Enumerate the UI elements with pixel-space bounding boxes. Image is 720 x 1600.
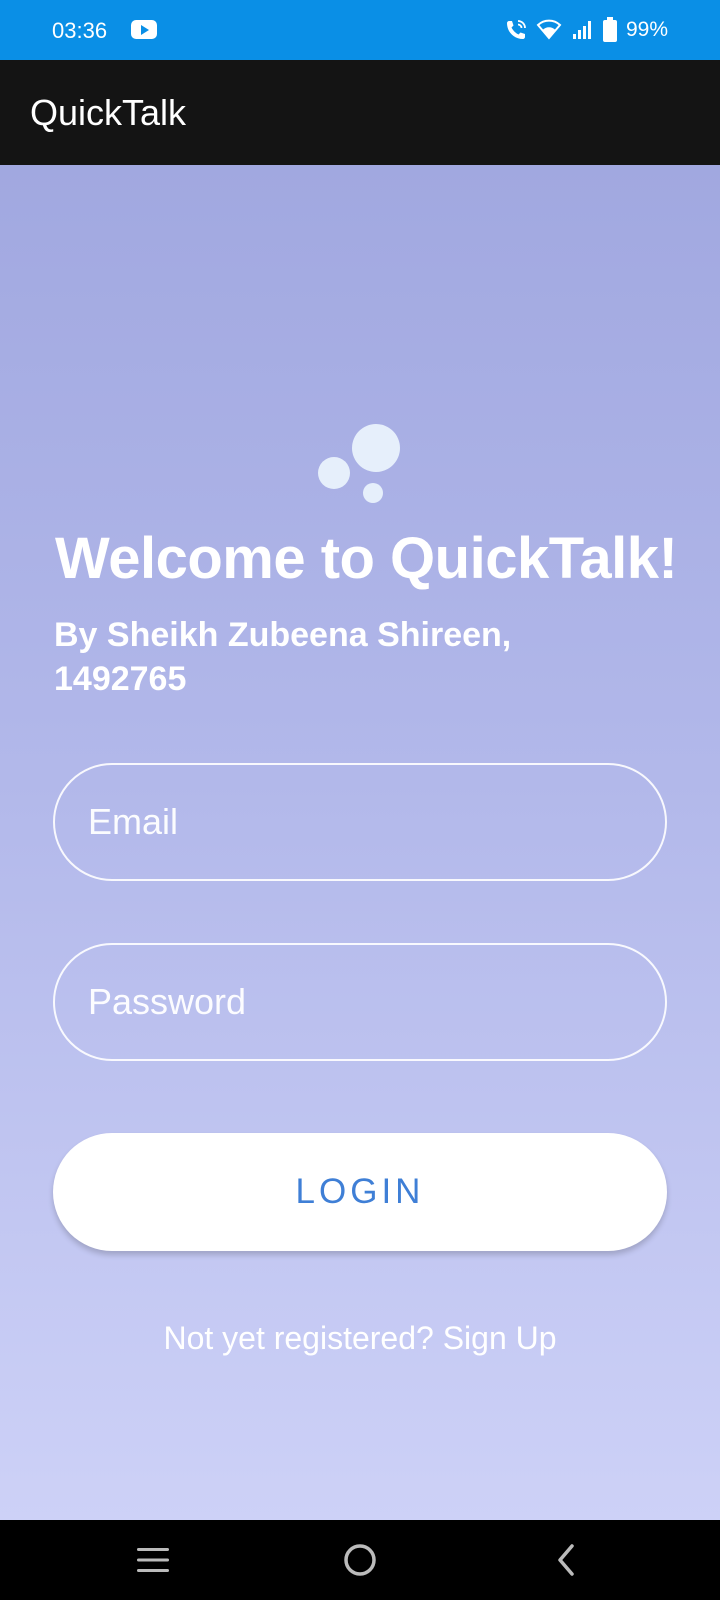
login-button[interactable]: LOGIN — [53, 1133, 667, 1251]
home-icon — [344, 1544, 376, 1576]
back-button[interactable] — [517, 1520, 617, 1600]
app-title: QuickTalk — [30, 92, 187, 133]
youtube-icon — [131, 20, 157, 39]
battery-percentage: 99% — [625, 18, 668, 41]
email-field-container — [53, 763, 667, 881]
email-field[interactable] — [55, 765, 665, 879]
password-field[interactable] — [55, 945, 665, 1059]
app-bar: QuickTalk — [0, 60, 720, 165]
password-field-container — [53, 943, 667, 1061]
battery-icon — [602, 17, 617, 42]
signal-icon — [572, 21, 591, 39]
wifi-icon — [536, 19, 562, 40]
back-icon — [558, 1544, 574, 1576]
status-bar: 03:36 99% — [0, 0, 720, 60]
author-subtitle: By Sheikh Zubeena Shireen, 1492765 — [54, 616, 512, 698]
signup-link[interactable]: Not yet registered? Sign Up — [0, 1320, 720, 1357]
recents-button[interactable] — [103, 1520, 203, 1600]
status-time: 03:36 — [52, 18, 108, 43]
wifi-call-icon — [506, 20, 526, 39]
home-button[interactable] — [310, 1520, 410, 1600]
navigation-bar — [0, 1520, 720, 1600]
status-icons: 99% — [504, 16, 668, 44]
bubbles-logo-icon — [318, 424, 400, 503]
login-screen: Welcome to QuickTalk! By Sheikh Zubeena … — [0, 165, 720, 1520]
recents-icon — [137, 1548, 169, 1572]
welcome-title: Welcome to QuickTalk! — [55, 526, 678, 591]
